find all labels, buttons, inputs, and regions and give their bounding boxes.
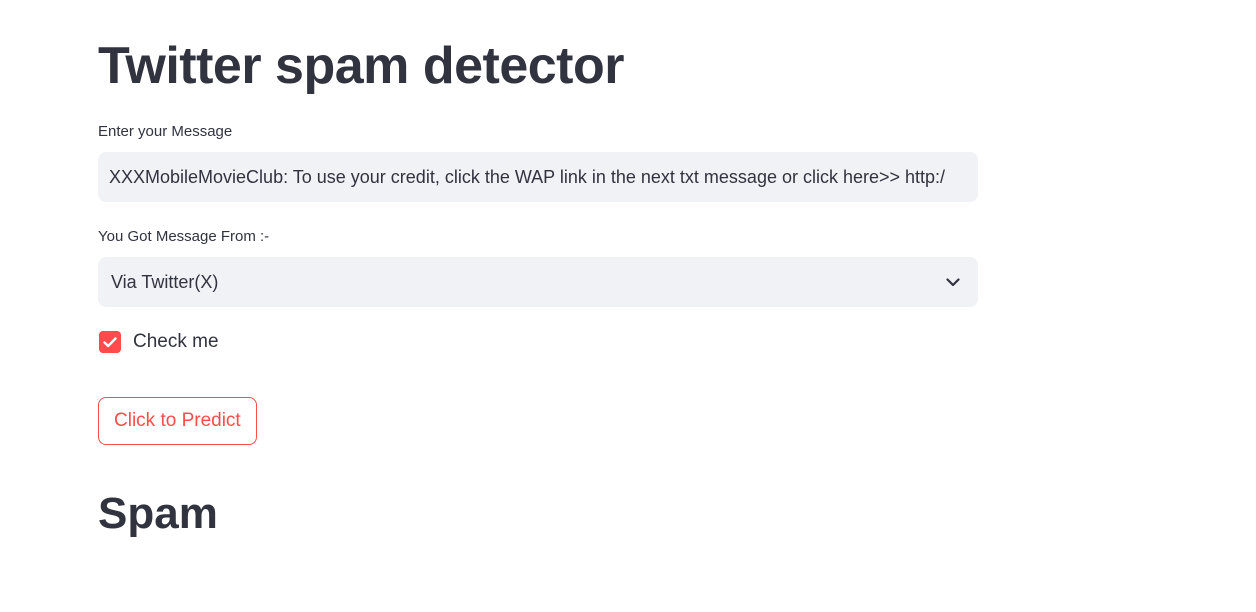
- message-label: Enter your Message: [98, 123, 233, 140]
- checkmark-icon[interactable]: [99, 331, 121, 353]
- source-select[interactable]: Via Twitter(X): [98, 257, 978, 307]
- prediction-result: Spam: [98, 489, 218, 538]
- page-title: Twitter spam detector: [98, 37, 624, 95]
- check-me-checkbox[interactable]: Check me: [98, 331, 219, 353]
- checkbox-label: Check me: [133, 331, 219, 352]
- source-select-value: Via Twitter(X): [111, 271, 219, 292]
- message-input[interactable]: [98, 152, 978, 202]
- chevron-down-icon[interactable]: [943, 272, 963, 292]
- predict-button[interactable]: Click to Predict: [98, 397, 257, 445]
- source-select-label: You Got Message From :-: [98, 228, 270, 245]
